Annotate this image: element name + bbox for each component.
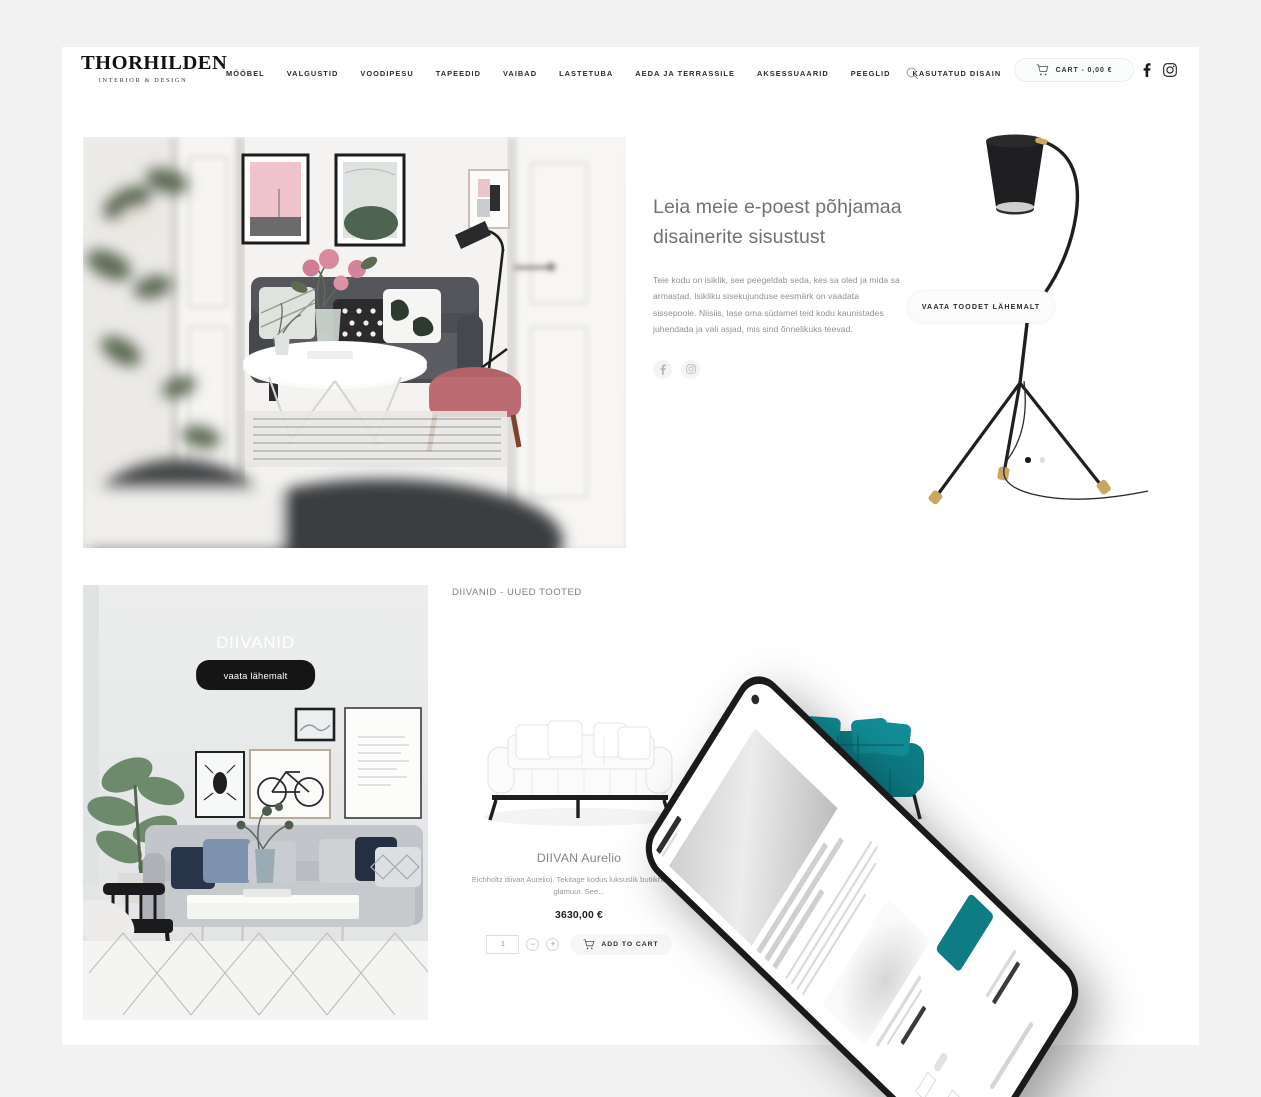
nav-item-moobel[interactable]: MÖÖBEL — [215, 65, 276, 82]
product-card[interactable]: DIIVAN Aurelio mereroheline Eichholtzi m… — [706, 617, 960, 955]
product-card[interactable]: DIIVAN Aurelio Eichholtz diivan Aurelio)… — [452, 617, 706, 955]
nav-item-aksessuaarid[interactable]: AKSESSUAARID — [746, 65, 840, 82]
products-section-label: DIIVANID - UUED TOOTED — [452, 587, 582, 598]
quantity-decrement-button[interactable]: − — [780, 903, 794, 917]
hero-living-room-illustration — [83, 137, 626, 548]
product-name: DIIVAN Aurelio mereroheline — [751, 851, 915, 865]
instagram-icon[interactable] — [1163, 63, 1177, 77]
cart-icon — [583, 938, 595, 950]
product-name: DIIVAN Aurelio — [536, 851, 622, 865]
carousel-dot-1[interactable] — [1025, 457, 1031, 463]
nav-item-aeda-ja-terrassile[interactable]: AEDA JA TERRASSILE — [624, 65, 746, 82]
hero-paragraph: Teie kodu on isiklik, see peegeldab seda… — [653, 274, 900, 335]
quantity-input[interactable]: 1 — [740, 900, 774, 920]
site-logo[interactable]: THORHILDEN INTERIOR & DESIGN — [81, 52, 228, 84]
nav-item-vaibad[interactable]: VAIBAD — [492, 65, 548, 82]
page-sheet: THORHILDEN INTERIOR & DESIGN MÖÖBEL VALG… — [62, 47, 1199, 1045]
category-cta-button[interactable]: vaata lähemalt — [195, 660, 316, 690]
hero-heading: Leia meie e-poest põhjamaa disainerite s… — [653, 196, 902, 249]
cart-button[interactable]: CART - 0,00 € — [1014, 58, 1134, 82]
add-to-cart-label: ADD TO CART — [601, 940, 659, 948]
nav-item-voodipesu[interactable]: VOODIPESU — [349, 65, 424, 82]
site-header: THORHILDEN INTERIOR & DESIGN MÖÖBEL VALG… — [62, 47, 1199, 95]
product-actions: 1 − + ADD TO CART — [706, 899, 960, 921]
category-title: DIIVANID — [216, 633, 295, 652]
cart-label: CART - 0,00 € — [1055, 66, 1113, 74]
quantity-input[interactable]: 1 — [486, 934, 520, 954]
product-description: Eichholtz diivan Aurelio). Tekitage kodu… — [471, 875, 687, 897]
hero-product-image — [908, 129, 1188, 519]
nav-item-peeglid[interactable]: PEEGLID — [840, 65, 902, 82]
hero-social-links — [653, 359, 903, 379]
tripod-floor-lamp-illustration — [928, 134, 1149, 505]
brand-tagline: INTERIOR & DESIGN — [98, 76, 188, 84]
cart-icon — [837, 904, 849, 915]
hero-image — [83, 137, 626, 548]
hero-cta-label: VAATA TOODET LÄHEMALT — [921, 302, 1041, 311]
teal-sofa-illustration — [739, 716, 928, 825]
header-social-links — [1143, 63, 1177, 77]
page-root: THORHILDEN INTERIOR & DESIGN MÖÖBEL VALG… — [0, 0, 1261, 1097]
product-description: Eichholtzi mereroheline diivan Aurelio. … — [723, 875, 943, 884]
hero-text-block: Leia meie e-poest põhjamaa disainerite s… — [653, 192, 903, 379]
instagram-icon[interactable] — [681, 359, 700, 379]
product-price: 3630,00 € — [554, 909, 604, 921]
product-actions: 1 − + ADD TO CART — [452, 933, 706, 955]
product-list: DIIVAN Aurelio Eichholtz diivan Aurelio)… — [452, 617, 1182, 955]
brand-name: THORHILDEN — [81, 52, 228, 74]
nav-item-valgustid[interactable]: VALGUSTID — [276, 65, 350, 82]
hero-cta-button[interactable]: VAATA TOODET LÄHEMALT — [907, 290, 1055, 323]
search-icon[interactable] — [901, 62, 923, 84]
product-image[interactable] — [706, 617, 960, 839]
product-image[interactable] — [452, 617, 706, 839]
nav-item-tapeedid[interactable]: TAPEEDID — [425, 65, 492, 82]
facebook-icon[interactable] — [1143, 63, 1151, 77]
white-sofa-illustration — [483, 720, 676, 826]
quantity-decrement-button[interactable]: − — [526, 937, 540, 951]
add-to-cart-label: ADD TO CART — [855, 906, 913, 914]
add-to-cart-button[interactable]: ADD TO CART — [824, 899, 926, 921]
category-cta-label: vaata lähemalt — [223, 670, 288, 681]
hero-carousel-dots — [1025, 457, 1045, 463]
quantity-increment-button[interactable]: + — [546, 937, 560, 951]
carousel-dot-2[interactable] — [1039, 457, 1045, 463]
cart-icon — [1036, 64, 1049, 76]
nav-item-lastetuba[interactable]: LASTETUBA — [548, 65, 624, 82]
add-to-cart-button[interactable]: ADD TO CART — [570, 933, 672, 955]
facebook-icon[interactable] — [653, 359, 672, 379]
quantity-increment-button[interactable]: + — [800, 903, 814, 917]
main-navigation: MÖÖBEL VALGUSTID VOODIPESU TAPEEDID VAIB… — [215, 65, 1012, 82]
category-card-diivanid[interactable]: DIIVANID vaata lähemalt — [83, 585, 428, 1020]
